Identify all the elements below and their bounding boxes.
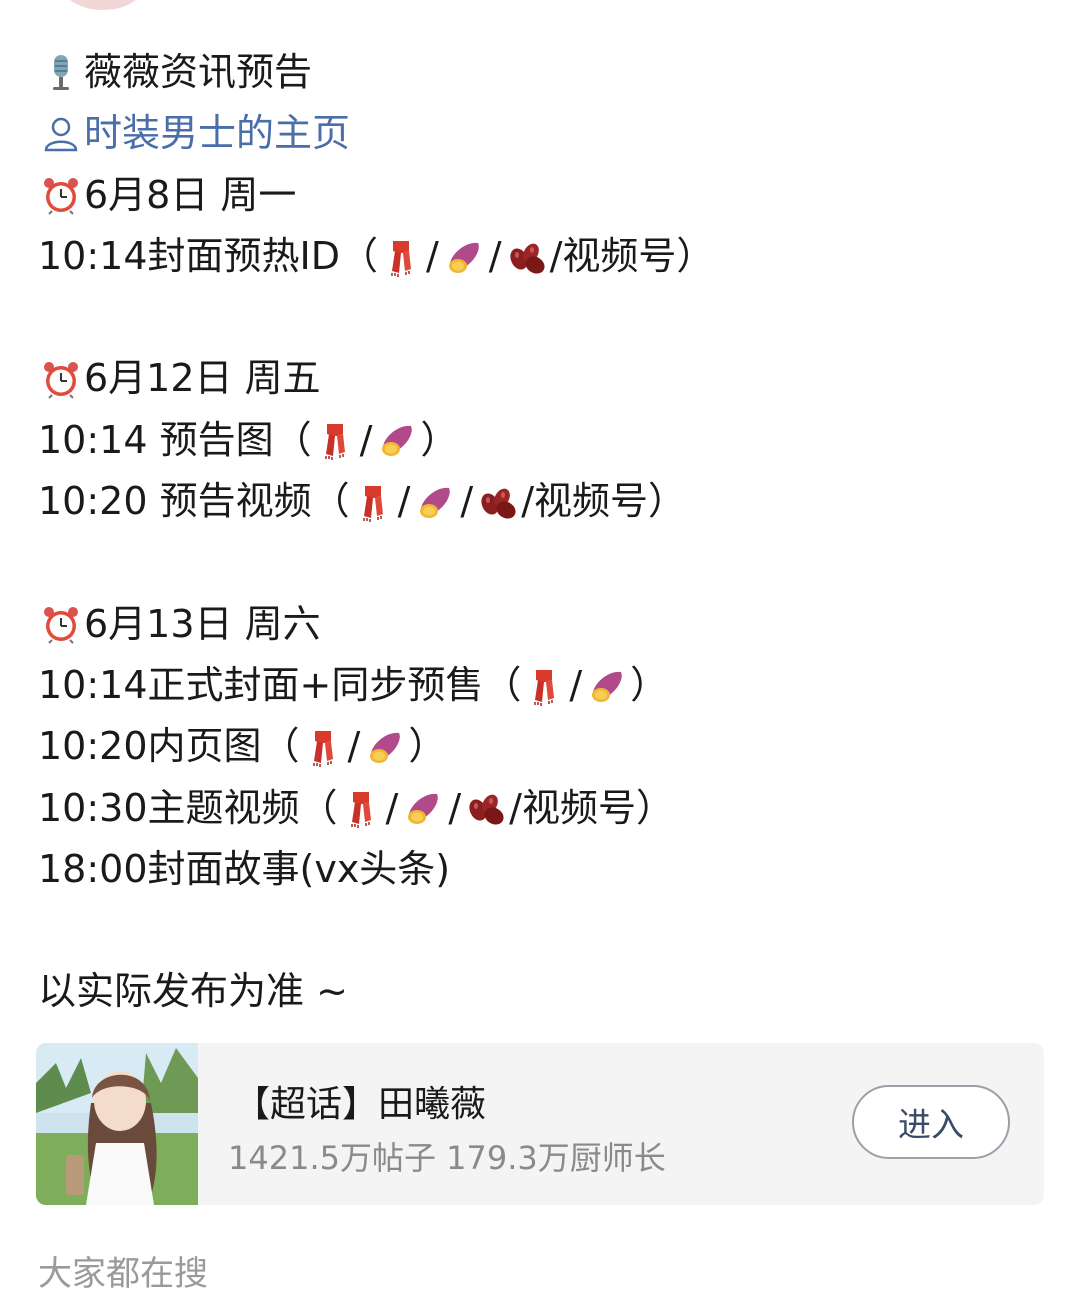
schedule-item: 10:14封面预热ID（ / / /视频号） (38, 226, 1048, 287)
schedule-blocks: 6月8日 周一 10:14封面预热ID（ / / /视频号） 6月12日 周五 10:14 … (38, 165, 1048, 901)
schedule-item: 18:00封面故事(vx头条) (38, 839, 1048, 900)
schedule-item-text: 10:14正式封面+同步预售（ (38, 662, 522, 707)
platform-separator: / (448, 785, 462, 830)
schedule-date-text: 6月13日 周六 (84, 601, 321, 646)
platform-separator: / (397, 479, 411, 524)
scarf-icon (315, 420, 355, 461)
platform-separator: / (569, 662, 583, 707)
post-heading: 薇薇资讯预告 (38, 42, 1048, 103)
post-footer-note: 以实际发布为准 ~ (38, 961, 1048, 1022)
person-icon (41, 114, 81, 154)
super-topic-card[interactable]: 【超话】田曦薇 1421.5万帖子 179.3万厨师长 进入 (36, 1043, 1044, 1205)
schedule-date: 6月13日 周六 (38, 594, 1048, 655)
microphone-icon (41, 53, 81, 93)
enter-super-topic-button[interactable]: 进入 (852, 1085, 1010, 1159)
alarm-clock-icon (41, 604, 81, 645)
platform-separator: / (347, 724, 361, 769)
schedule-item-text: 10:14封面预热ID（ (38, 233, 378, 278)
schedule-item-tail: /视频号） (521, 479, 687, 524)
schedule-item: 10:20 预告视频（ / / /视频号） (38, 471, 1048, 532)
platform-separator: / (460, 479, 474, 524)
profile-link-label[interactable]: 时装男士的主页 (84, 103, 350, 164)
platform-separator: / (385, 785, 399, 830)
post-body: 薇薇资讯预告 时装男士的主页 6月8日 周一 10:14封面预热ID（ / / /视频号… (38, 42, 1048, 1023)
platform-separator: / (425, 233, 439, 278)
beans-icon (507, 237, 547, 277)
schedule-item-text: 10:30主题视频（ (38, 785, 338, 830)
schedule-item-text: 18:00封面故事(vx头条) (38, 846, 451, 891)
sweet-potato-icon (444, 237, 484, 277)
schedule-item-tail: /视频号） (509, 785, 674, 830)
schedule-item: 10:20内页图（ / ） (38, 716, 1048, 777)
schedule-item: 10:30主题视频（ / / /视频号） (38, 778, 1048, 839)
alarm-clock-icon (41, 175, 81, 215)
beans-icon (478, 482, 518, 522)
trending-search-section-label: 大家都在搜 (38, 1254, 208, 1294)
super-topic-stats: 1421.5万帖子 179.3万厨师长 (228, 1139, 666, 1177)
schedule-date-text: 6月12日 周五 (84, 356, 321, 401)
platform-separator: / (488, 233, 502, 278)
sweet-potato-icon (377, 420, 417, 460)
scarf-icon (353, 482, 393, 522)
super-topic-thumbnail (36, 1043, 198, 1205)
scarf-icon (341, 788, 381, 829)
schedule-date: 6月12日 周五 (38, 348, 1048, 409)
alarm-clock-icon (41, 359, 81, 399)
sweet-potato-icon (403, 788, 443, 828)
profile-link[interactable]: 时装男士的主页 (38, 103, 1048, 164)
post-heading-text: 薇薇资讯预告 (84, 50, 313, 94)
scarf-icon (381, 237, 421, 277)
schedule-item-tail: ） (420, 417, 459, 462)
schedule-item-text: 10:20 预告视频（ (38, 479, 350, 524)
schedule-item-text: 10:20内页图（ (38, 724, 300, 769)
super-topic-title[interactable]: 【超话】田曦薇 (234, 1075, 486, 1127)
schedule-date: 6月8日 周一 (38, 165, 1048, 226)
schedule-item-tail: ） (630, 662, 669, 707)
sweet-potato-icon (365, 727, 405, 767)
schedule-item-text: 10:14 预告图（ (38, 417, 312, 462)
sweet-potato-icon (415, 482, 455, 522)
schedule-item: 10:14 预告图（ / ） (38, 410, 1048, 471)
avatar[interactable] (62, 0, 144, 10)
schedule-date-text: 6月8日 周一 (84, 172, 297, 217)
schedule-item-tail: ） (408, 724, 447, 769)
previous-post-header-sliver (0, 0, 1080, 14)
platform-separator: / (359, 417, 373, 462)
schedule-item-tail: /视频号） (549, 233, 715, 278)
footer-note-text: 以实际发布为准 ~ (38, 969, 348, 1014)
beans-icon (466, 788, 506, 828)
scarf-icon (524, 666, 564, 706)
sweet-potato-icon (587, 666, 627, 706)
scarf-icon (303, 727, 343, 767)
schedule-item: 10:14正式封面+同步预售（ / ） (38, 655, 1048, 716)
